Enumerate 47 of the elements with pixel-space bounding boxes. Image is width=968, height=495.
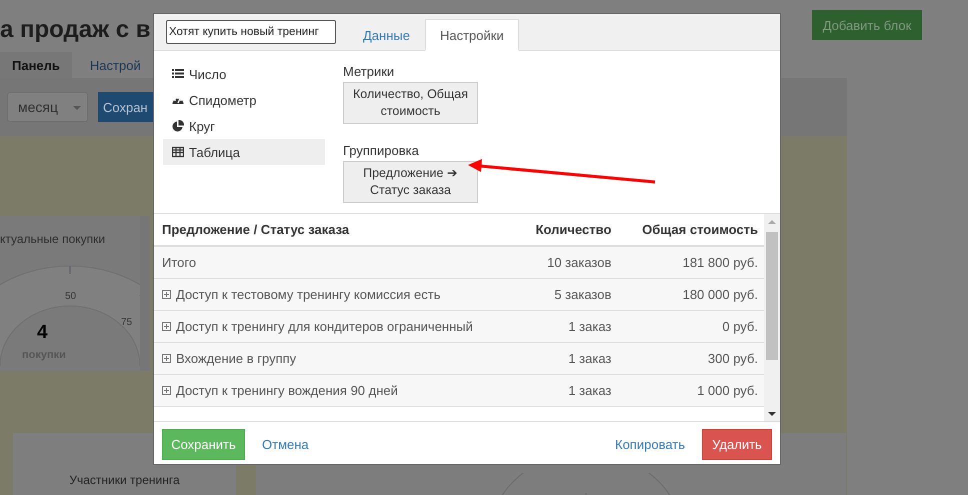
view-type-item[interactable]: Спидометр [163,87,325,113]
grouping-button[interactable]: Предложение ➔ Статус заказа [343,161,478,203]
view-type-item[interactable]: Круг [163,113,325,139]
row-label: Вхождение в группу [176,350,296,366]
metrics-button[interactable]: Количество, Общая стоимость [343,82,478,124]
page-tab[interactable]: Панель [0,52,72,78]
copy-link[interactable]: Копировать [598,436,702,452]
cancel-link[interactable]: Отмена [245,436,326,452]
dialog-tab[interactable]: Настройки [424,19,519,51]
period-select[interactable]: месяц [7,92,88,122]
scrollbar[interactable] [140,216,150,371]
list-icon [172,68,184,80]
gauge-tick-label: 50 [65,291,76,302]
scrollbar[interactable] [764,214,780,421]
pie-chart-icon [172,120,184,132]
table-cell: Итого [154,246,518,278]
expand-icon[interactable] [162,290,171,298]
table-cell: 5 заказов [517,278,620,310]
expand-icon[interactable] [162,322,171,330]
grouping-label: Группировка [343,143,420,158]
table-cell: 180 000 руб. [619,278,766,310]
table-icon [172,146,184,158]
name-field[interactable]: Хотят купить новый тренинг [166,20,336,44]
page-title: а продаж с в [0,16,151,44]
table-cell: 1 заказ [517,310,620,342]
view-type-item[interactable]: Число [163,61,325,87]
gauge-value: 4 [37,322,48,344]
widget-title: ктуальные покупки [0,231,106,246]
table-cell: 300 руб. [619,342,766,374]
gauge-tick-label: 75 [121,317,132,328]
row-label: Доступ к тренингу для кондитеров ограниченный [176,318,473,334]
row-label: Доступ к тестовому тренингу комиссия есть [176,286,441,302]
page-tab[interactable]: Настрой [78,52,153,78]
metrics-label: Метрики [343,64,396,79]
expand-icon[interactable] [162,354,171,362]
table-cell: 1 000 руб. [619,374,766,406]
table-cell: 1 заказ [517,342,620,374]
table-cell: 1 заказ [517,374,620,406]
expand-icon[interactable] [162,386,171,394]
dialog-tab[interactable]: Данные [348,19,425,51]
save-button[interactable]: Сохран [98,92,153,122]
delete-button[interactable]: Удалить [702,428,772,460]
table-cell: 10 заказов [517,246,620,278]
view-type-item[interactable]: Таблица [163,139,325,165]
table-cell: 0 руб. [619,310,766,342]
table-cell: 181 800 руб. [619,246,766,278]
row-label: Доступ к тренингу вождения 90 дней [176,382,398,398]
